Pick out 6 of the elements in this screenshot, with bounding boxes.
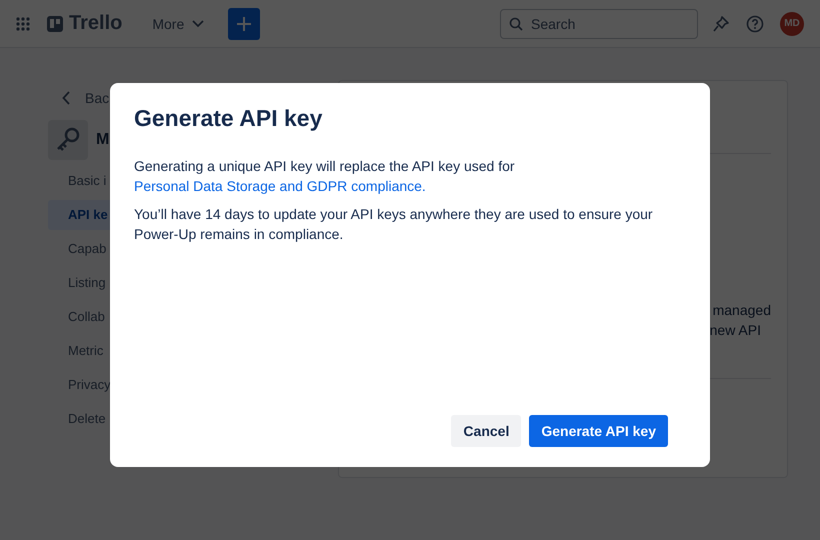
powerup-title: M [96,131,110,149]
panel-text: managed [712,301,771,320]
dialog-text: Generating a unique API key will replace the API key used for Personal Data Storage and GDPR compliance. [134,157,516,196]
dialog-text: You’ll have 14 days to update your API keys anywhere they are used to ensure your Power-Up remains in compliance. [134,205,654,244]
dialog-title: Generate API key [134,105,324,132]
panel-text: new API [710,321,761,340]
